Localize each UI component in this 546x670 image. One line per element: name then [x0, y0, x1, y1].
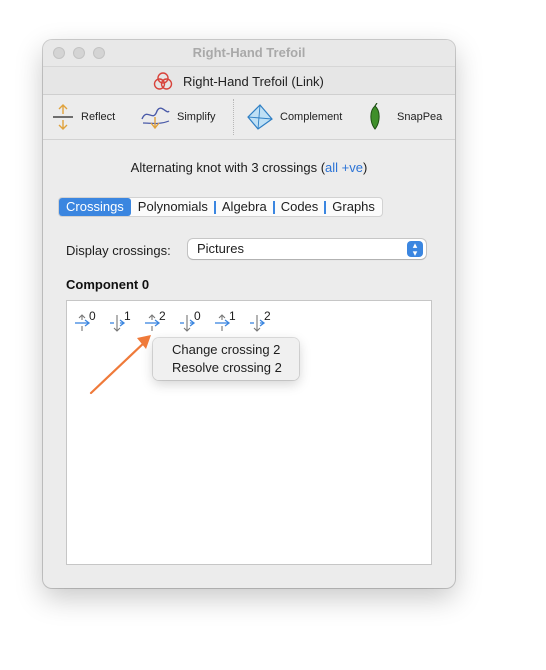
- link-title: Right-Hand Trefoil (Link): [183, 73, 324, 89]
- resolve-crossing-menu-item[interactable]: Resolve crossing 2: [172, 360, 282, 375]
- tab-codes[interactable]: Codes: [272, 198, 326, 216]
- snappea-icon: [370, 103, 380, 130]
- tab-bar: Crossings Polynomials Algebra Codes Grap…: [58, 197, 383, 217]
- trefoil-icon: [153, 72, 173, 90]
- crossing-index: 1: [124, 309, 131, 323]
- display-crossings-label: Display crossings:: [66, 242, 171, 258]
- tab-algebra[interactable]: Algebra: [213, 198, 274, 216]
- complement-button[interactable]: Complement: [246, 103, 342, 131]
- reflect-icon: [53, 104, 73, 130]
- complement-label: Complement: [280, 111, 343, 123]
- crossing-item[interactable]: 2: [248, 309, 278, 335]
- display-crossings-value: Pictures: [197, 241, 244, 256]
- snappea-label: SnapPea: [397, 111, 443, 123]
- component-heading: Component 0: [66, 277, 150, 292]
- knot-summary: Alternating knot with 3 crossings (all +…: [43, 160, 455, 175]
- change-crossing-menu-item[interactable]: Change crossing 2: [172, 342, 280, 357]
- toolbar-separator: [233, 99, 234, 135]
- reflect-button[interactable]: Reflect: [51, 103, 115, 131]
- crossing-index: 1: [229, 309, 236, 323]
- simplify-icon: [141, 107, 170, 130]
- display-crossings-select[interactable]: Pictures ▴ ▾: [188, 239, 426, 259]
- app-window: Right-Hand Trefoil Right-Hand Trefoil (L…: [43, 40, 455, 588]
- crossing-index: 2: [264, 309, 271, 323]
- reflect-label: Reflect: [81, 111, 116, 123]
- crossing-item[interactable]: 1: [213, 309, 243, 335]
- snappea-button[interactable]: SnapPea: [365, 103, 442, 131]
- window-title: Right-Hand Trefoil: [192, 45, 306, 60]
- chevron-up-down-icon[interactable]: ▴ ▾: [407, 241, 423, 258]
- crossing-context-menu: Change crossing 2 Resolve crossing 2: [153, 338, 299, 380]
- simplify-button[interactable]: Simplify: [139, 103, 216, 131]
- annotation-arrow-icon: [89, 335, 151, 395]
- summary-text: Alternating knot with 3 crossings (: [130, 160, 326, 175]
- complement-icon: [247, 104, 273, 130]
- title-bar: Right-Hand Trefoil: [43, 40, 455, 67]
- summary-suffix: ): [362, 160, 368, 175]
- crossing-index: 2: [159, 309, 166, 323]
- display-crossings-row: Display crossings:: [66, 239, 171, 261]
- tab-crossings[interactable]: Crossings: [59, 198, 131, 216]
- link-header: Right-Hand Trefoil (Link): [43, 67, 455, 95]
- crossing-item[interactable]: 0: [178, 309, 208, 335]
- tab-graphs[interactable]: Graphs: [324, 198, 382, 216]
- crossing-index: 0: [194, 309, 201, 323]
- tab-polynomials[interactable]: Polynomials: [131, 198, 215, 216]
- simplify-label: Simplify: [177, 111, 216, 123]
- toolbar: Reflect Simplify Complement SnapPea: [43, 95, 455, 140]
- summary-sign-link[interactable]: all +ve: [325, 160, 363, 175]
- crossing-index: 0: [89, 309, 96, 323]
